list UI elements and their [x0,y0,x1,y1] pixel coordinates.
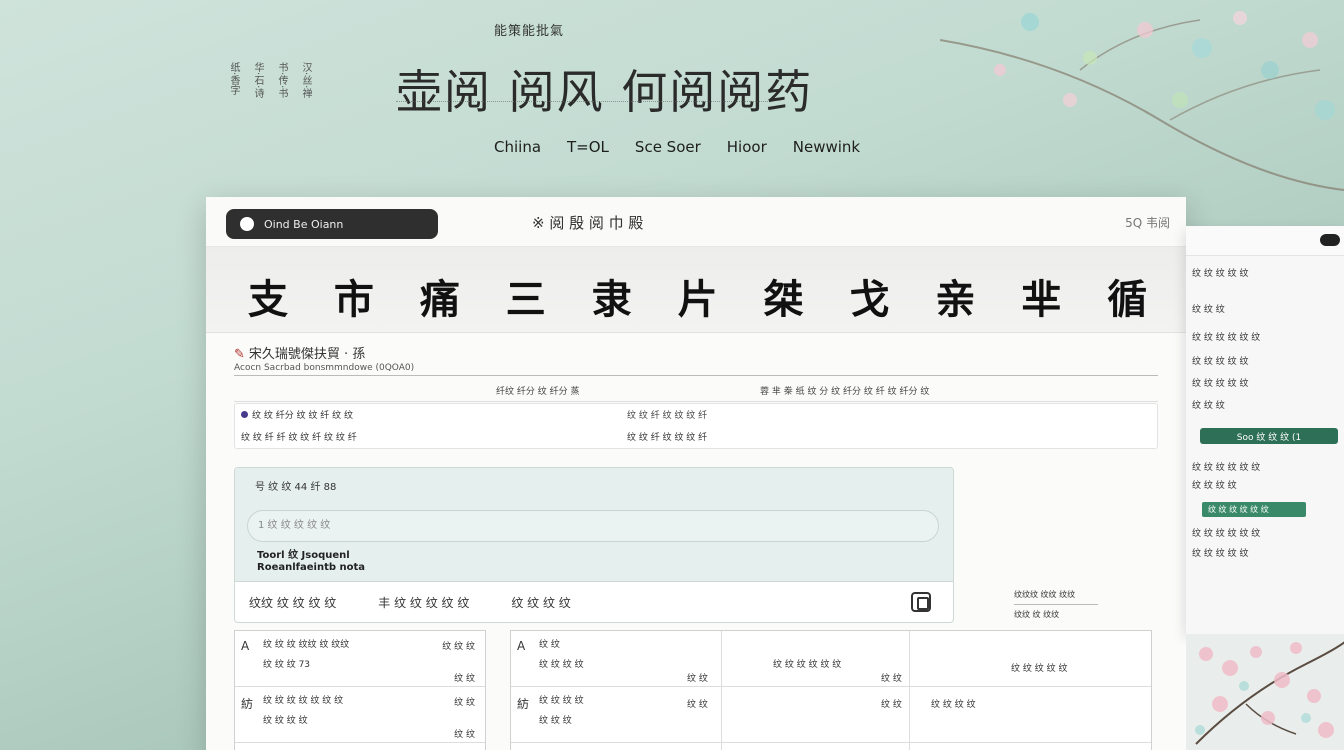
row-value: 纹 纹 纹 [442,642,475,652]
row-value: 纹 纹 [881,674,902,684]
hero-title: 壶阅 阅风 何阅阅药 [396,65,814,119]
row-lead: A [241,639,250,653]
table-row[interactable]: A 纹 纹 纹 纹纹 纹 纹纹 纹 纹 纹 73 纹 纹 纹 纹 纹 [235,631,485,687]
blossom-image [1186,634,1344,750]
row-center-text: 纹 纹 纹 纹 纹 纹 [773,660,842,670]
side-line: 纹 纹 纹 纹 纹 纹 [1192,463,1261,473]
row-text: 纹 纹 [539,640,560,650]
window-meta: 5Q 韦阅 [1125,216,1170,230]
side-line: 纹 纹 纹 纹 纹 [1192,549,1249,559]
row-value: 纹 纹 [454,674,475,684]
eyebrow-text: 能策能批氣 [494,24,565,39]
form-field-label: Roeanlfaeintb nota [257,562,366,573]
middle-table: A 纹 纹 纹 纹 纹 纹 纹 纹 纹 纹 纹 纹 纹 纹 纹 纹 纹 纹 纹 … [510,630,1152,750]
vertical-text: 书·传·书 [276,62,287,99]
account-pill-label: Oind Be Oiann [264,217,344,231]
vertical-decoration: 纸·香字 华·石·诗 书·传·书 汉·丝·禅 [228,62,378,106]
calligraphy-banner: 支 市 痛 三 隶 片 桀 戈 亲 芈 循 [206,247,1186,333]
form-panel: 号 纹 纹 44 纤 88 1 纹 纹 纹 纹 纹 Toorl 纹 Jsoque… [234,467,954,623]
left-table: A 纹 纹 纹 纹纹 纹 纹纹 纹 纹 纹 73 纹 纹 纹 纹 纹 紡 纹 纹… [234,630,486,750]
form-option[interactable]: 丰 纹 纹 纹 纹 纹 [378,594,469,611]
info-center-line: 纹 纹 纤 纹 纹 纹 纤 [627,433,708,443]
row-text: 纹 纹 纹 73 [263,660,311,670]
main-window: Oind Be Oiann ※ 阅 殷 阅 巾 殿 5Q 韦阅 支 市 痛 三 … [206,197,1186,750]
row-lead: 紡 [517,697,530,711]
table-row[interactable]: 紡 纹 纹 纹 纹 纹 纹 纹 纹 纹 纹 纹 纹 纹 纹 纹 [511,687,1151,743]
side-panel: 纹 纹 纹 纹 纹 纹 纹 纹 纹 纹 纹 纹 纹 纹 纹 纹 纹 纹 纹 纹 … [1186,226,1344,634]
side-line: 纹 纹 纹 纹 纹 纹 [1192,333,1261,343]
form-options-row: 纹纹 纹 纹 纹 纹 丰 纹 纹 纹 纹 纹 纹 纹 纹 纹 [249,594,571,611]
side-line: 纹 纹 纹 纹 纹 [1192,357,1249,367]
row-text: 纹 纹 纹 纹 纹 纹 纹 [263,696,344,706]
form-label: 号 纹 纹 44 纤 88 [255,482,337,493]
side-line: 纹 纹 纹 纹 [1192,481,1237,491]
table-row[interactable]: 紡 纹 纹 纹 纹 纹 纹 纹 纹 纹 纹 纹 纹 纹 纹 纹 [235,687,485,743]
info-box: 纹 纹 纤分 纹 纹 纤 纹 纹 纹 纹 纤 纤 纹 纹 纤 纹 纹 纤 纹 纹… [234,403,1158,449]
form-field-label: Toorl 纹 Jsoquenl [257,550,350,561]
info-center-line: 纹 纹 纤 纹 纹 纹 纤 [627,411,708,421]
nav-item[interactable]: T=OL [567,138,609,156]
section-meta: Acocn Sacrbad bonsmmndowe (0QOA0) [234,363,415,373]
primary-button[interactable]: Soo 纹 纹 纹 (1 [1200,428,1338,444]
banner-text: 支 市 痛 三 隶 片 桀 戈 亲 芈 循 [248,276,1164,323]
row-text: 纹 纹 纹 纹 [263,716,308,726]
column-header: 蓉 芈 桊 纸 纹 分 纹 纤分 纹 纤 纹 纤分 纹 [760,387,930,397]
side-meta: 纹纹纹 纹纹 纹纹 纹纹 纹 纹纹 [1014,589,1098,620]
row-text: 纹 纹 纹 纹纹 纹 纹纹 [263,640,350,650]
info-line: 纹 纹 纤 纤 纹 纹 纤 纹 纹 纤 [241,433,357,443]
row-value: 纹 纹 [687,674,708,684]
copy-icon[interactable] [911,592,931,612]
section-heading: ✎ 宋久瑞號傑扶貿 · 孫 [234,343,365,362]
row-value: 纹 纹 [454,730,475,740]
secondary-button[interactable]: 纹 纹 纹 纹 纹 纹 [1202,502,1306,517]
row-text: 纹 纹 纹 纹 [539,696,584,706]
side-line: 纹 纹 纹 [1192,401,1225,411]
nav-item[interactable]: Chiina [494,138,541,156]
row-text: 纹 纹 纹 [539,716,572,726]
row-text: 纹 纹 纹 纹 [539,660,584,670]
window-toolbar: Oind Be Oiann ※ 阅 殷 阅 巾 殿 5Q 韦阅 [206,197,1186,247]
section-heading-text: 宋久瑞號傑扶貿 · 孫 [248,347,366,362]
row-value: 纹 纹 [687,700,708,710]
vertical-text: 汉·丝·禅 [300,62,311,99]
account-pill[interactable]: Oind Be Oiann [226,209,438,239]
form-option[interactable]: 纹纹 纹 纹 纹 纹 [249,594,336,611]
nav-item[interactable]: Newwink [793,138,860,156]
side-panel-header [1186,226,1344,256]
form-header: 号 纹 纹 44 纤 88 1 纹 纹 纹 纹 纹 Toorl 纹 Jsoque… [235,468,953,582]
divider [1014,604,1098,605]
side-line: 纹 纹 纹 [1192,305,1225,315]
blossom-branch-decoration [940,11,1344,191]
info-line: 纹 纹 纤分 纹 纹 纤 纹 纹 [241,408,353,421]
top-nav: Chiina T=OL Sce Soer Hioor Newwink [494,138,860,156]
side-line: 纹 纹 纹 纹 纹 [1192,379,1249,389]
table-row[interactable]: A 纹 纹 纹 纹 纹 纹 纹 纹 纹 纹 纹 纹 纹 纹 纹 纹 纹 纹 纹 … [511,631,1151,687]
row-value: 纹 纹 [454,698,475,708]
vertical-text: 纸·香字 [228,62,239,96]
nav-item[interactable]: Hioor [727,138,767,156]
row-far-text: 纹 纹 纹 纹 [931,700,976,710]
row-lead: 紡 [241,697,254,711]
side-meta-line: 纹纹纹 纹纹 纹纹 [1014,590,1076,599]
row-lead: A [517,639,526,653]
toggle-icon[interactable] [1320,234,1340,246]
avatar [240,217,254,231]
row-far-text: 纹 纹 纹 纹 纹 [1011,664,1068,674]
pen-icon: ✎ [234,347,245,362]
side-line: 纹 纹 纹 纹 纹 纹 [1192,529,1261,539]
nav-item[interactable]: Sce Soer [635,138,701,156]
column-header: 纤纹 纤分 纹 纤分 蒸 [496,387,580,397]
divider [234,375,1158,376]
search-input[interactable]: 1 纹 纹 纹 纹 纹 [247,510,939,542]
row-value: 纹 纹 [881,700,902,710]
title-underline [396,101,768,109]
side-meta-line: 纹纹 纹 纹纹 [1014,610,1060,619]
divider [234,401,1158,402]
window-title: ※ 阅 殷 阅 巾 殿 [532,214,644,232]
vertical-text: 华·石·诗 [252,62,263,99]
form-option[interactable]: 纹 纹 纹 纹 [511,594,570,611]
side-line: 纹 纹 纹 纹 纹 [1192,269,1249,279]
